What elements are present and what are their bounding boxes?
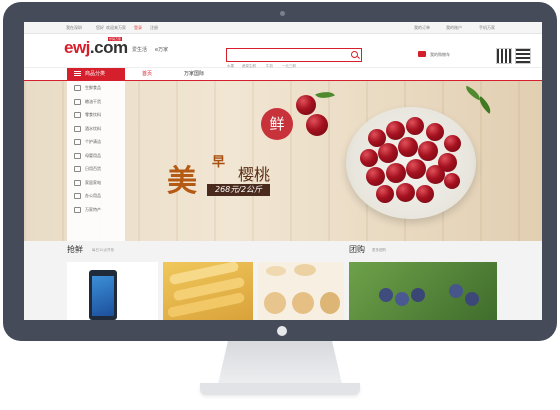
tagline-2: e万家 — [155, 47, 169, 53]
search-icon[interactable] — [351, 51, 358, 58]
tagline-1: 爱生活 — [132, 47, 148, 53]
sidebar-item[interactable]: 日用百货 — [67, 162, 125, 176]
category-icon — [74, 193, 81, 199]
sidebar-item-label: 零食饮料 — [85, 112, 101, 117]
menu-icon — [74, 71, 81, 76]
category-icon — [74, 125, 81, 132]
power-button-icon[interactable] — [277, 326, 287, 336]
category-icon — [74, 152, 81, 159]
qr-code-icon-2 — [515, 48, 531, 64]
sidebar-item[interactable]: 个护清洁 — [67, 135, 125, 149]
category-label: 商品分类 — [85, 71, 106, 77]
nav-international[interactable]: 万家国际 — [184, 68, 204, 80]
category-icon — [74, 98, 81, 105]
monitor-stand — [218, 341, 342, 384]
fresh-badge: 鲜 — [261, 108, 293, 140]
sidebar-item[interactable]: 母婴用品 — [67, 149, 125, 163]
product-card-phone[interactable] — [67, 262, 158, 320]
monitor-base — [200, 383, 360, 395]
qr-code-icon — [496, 48, 512, 64]
search-input[interactable] — [226, 48, 362, 62]
mobile-link[interactable]: 手机万家 — [479, 25, 495, 31]
product-card-blueberries[interactable] — [349, 262, 497, 320]
sidebar-item-label: 万家特产 — [85, 206, 101, 212]
category-icon — [74, 85, 81, 91]
category-icon — [74, 206, 81, 213]
welcome-text: 欢迎来万家 — [106, 25, 126, 30]
sidebar-item[interactable]: 零食饮料 — [67, 108, 125, 122]
slogan-big: 美 — [167, 164, 197, 199]
category-menu-button[interactable]: 商品分类 — [67, 68, 125, 80]
cart-label[interactable]: 我的购物车 — [430, 52, 450, 58]
greeting-text: 您好 — [96, 25, 104, 30]
site-logo[interactable]: ewj.com — [64, 38, 128, 58]
sidebar-item-label: 日用百货 — [85, 166, 101, 171]
logo-badge: 华润万家 — [108, 37, 123, 41]
sidebar-item[interactable]: 生鲜食品 — [67, 81, 125, 95]
sidebar-item[interactable]: 酒水饮料 — [67, 122, 125, 136]
price-tag: 268元/2公斤 — [207, 184, 271, 196]
flash-sale-title: 抢鲜 — [67, 245, 83, 254]
category-icon — [74, 112, 81, 118]
product-card-biscuits[interactable] — [258, 262, 344, 320]
register-link[interactable]: 注册 — [150, 25, 158, 31]
my-account-link[interactable]: 我的账户 — [446, 25, 462, 31]
category-icon — [74, 179, 81, 186]
sidebar-item[interactable]: 粮油干货 — [67, 95, 125, 109]
sidebar-item[interactable]: 万家特产 — [67, 203, 125, 217]
product-card-rolls[interactable] — [163, 262, 253, 320]
site-header: ewj.com 华润万家 爱生活 e万家 水果 蔬菜生鲜 牛奶 一元三鲜 我的购… — [24, 34, 542, 68]
monitor-frame: 我在深圳 您好 欢迎来万家 登录 注册 我的订单 我的账户 手机万家 ewj.c… — [3, 2, 557, 341]
camera-icon — [280, 11, 285, 16]
carousel-dots — [284, 232, 309, 241]
group-buy-title: 团购 — [349, 245, 365, 254]
my-orders-link[interactable]: 我的订单 — [414, 25, 430, 31]
utility-bar: 我在深圳 您好 欢迎来万家 登录 注册 我的订单 我的账户 手机万家 — [24, 22, 542, 34]
location-link[interactable]: 我在深圳 — [66, 25, 82, 31]
category-icon — [74, 166, 81, 172]
group-buy-more-link[interactable]: 更多团购 — [372, 248, 386, 253]
leaf-image — [475, 96, 495, 114]
leaf-image — [315, 88, 335, 102]
sidebar-item-label: 生鲜食品 — [85, 85, 101, 90]
website-screen: 我在深圳 您好 欢迎来万家 登录 注册 我的订单 我的账户 手机万家 ewj.c… — [24, 22, 542, 320]
banner-title: 樱桃 — [238, 165, 271, 184]
logo-main: ewj — [64, 38, 90, 57]
cherry-image — [296, 95, 316, 115]
flash-sale-subtitle: 每日10点开抢 — [92, 248, 114, 252]
product-sections: 抢鲜 每日10点开抢 团购 更多团购 — [24, 241, 542, 320]
sidebar-item-label: 酒水饮料 — [85, 125, 101, 131]
sidebar-item-label: 母婴用品 — [85, 152, 101, 158]
cart-icon[interactable] — [418, 51, 426, 57]
sidebar-item-label: 个护清洁 — [85, 139, 101, 144]
cherry-image — [306, 114, 328, 136]
cherry-bowl-image — [346, 107, 476, 219]
category-sidebar: 生鲜食品 粮油干货 零食饮料 酒水饮料 个护清洁 母婴用品 日用百货 家居家电 … — [67, 81, 125, 241]
hero-banner[interactable]: 生鲜食品 粮油干货 零食饮料 酒水饮料 个护清洁 母婴用品 日用百货 家居家电 … — [24, 81, 542, 241]
login-link[interactable]: 登录 — [134, 25, 142, 31]
sidebar-item-label: 办公用品 — [85, 193, 101, 198]
main-nav: 商品分类 首页 万家国际 — [24, 68, 542, 82]
sidebar-item[interactable]: 办公用品 — [67, 189, 125, 203]
sidebar-item-label: 家居家电 — [85, 179, 101, 185]
slogan-small: 早 — [212, 155, 226, 170]
category-icon — [74, 139, 81, 145]
sidebar-item[interactable]: 家居家电 — [67, 176, 125, 190]
sidebar-item-label: 粮油干货 — [85, 98, 101, 104]
nav-home[interactable]: 首页 — [142, 68, 152, 80]
phone-image — [89, 270, 117, 320]
